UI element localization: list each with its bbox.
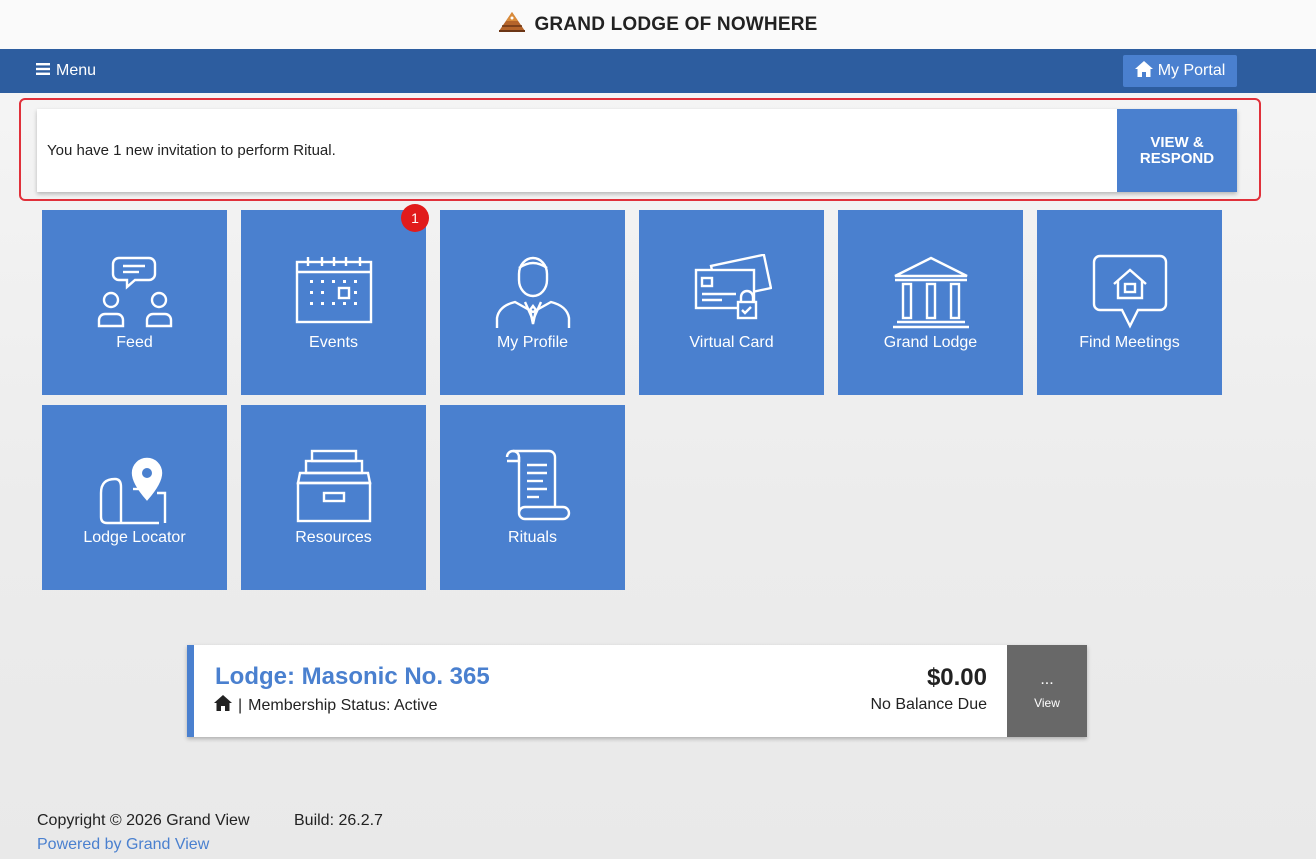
chat-people-icon bbox=[97, 256, 172, 328]
navbar: Menu My Portal bbox=[0, 49, 1316, 93]
view-label: View bbox=[1034, 696, 1060, 710]
footer-build: Build: 26.2.7 bbox=[294, 812, 383, 829]
lodge-status: | Membership Status: Active bbox=[214, 695, 438, 716]
tile-label: Resources bbox=[295, 529, 372, 546]
hamburger-icon bbox=[36, 62, 50, 80]
tile-events[interactable]: Events bbox=[241, 210, 426, 395]
tile-label: My Profile bbox=[496, 334, 569, 351]
membership-status: Membership Status: Active bbox=[248, 696, 438, 714]
status-separator: | bbox=[238, 696, 243, 714]
house-bubble-icon bbox=[1092, 254, 1167, 329]
top-header: GRAND LODGE OF NOWHERE bbox=[0, 0, 1316, 49]
tile-grand-lodge[interactable]: Grand Lodge bbox=[838, 210, 1023, 395]
calendar-icon bbox=[295, 257, 372, 324]
map-pin-icon bbox=[99, 457, 166, 525]
file-drawer-icon bbox=[296, 449, 371, 523]
home-icon bbox=[214, 695, 232, 716]
events-notification-badge: 1 bbox=[401, 204, 429, 232]
tile-label: Events bbox=[309, 334, 358, 351]
tile-label: Feed bbox=[116, 334, 153, 351]
lodge-card: Lodge: Masonic No. 365 | Membership Stat… bbox=[187, 645, 1087, 737]
tile-resources[interactable]: Resources bbox=[241, 405, 426, 590]
balance-amount: $0.00 bbox=[926, 664, 987, 691]
footer-copyright: Copyright © 2026 Grand View bbox=[37, 812, 250, 829]
powered-by-link[interactable]: Powered by Grand View bbox=[37, 836, 209, 854]
my-portal-label: My Portal bbox=[1157, 62, 1226, 79]
tile-label: Rituals bbox=[508, 529, 557, 546]
pyramid-logo-icon bbox=[498, 11, 526, 38]
tile-virtual-card[interactable]: Virtual Card bbox=[639, 210, 824, 395]
tile-label: Lodge Locator bbox=[83, 529, 186, 546]
site-title: GRAND LODGE OF NOWHERE bbox=[534, 13, 818, 35]
view-respond-button[interactable]: VIEW & RESPOND bbox=[1117, 109, 1237, 192]
home-icon bbox=[1134, 60, 1153, 82]
my-portal-button[interactable]: My Portal bbox=[1123, 55, 1237, 87]
tile-rituals[interactable]: Rituals bbox=[440, 405, 625, 590]
view-respond-line1: VIEW & bbox=[1150, 133, 1204, 151]
tile-find-meetings[interactable]: Find Meetings bbox=[1037, 210, 1222, 395]
temple-icon bbox=[892, 256, 969, 329]
alert-message: You have 1 new invitation to perform Rit… bbox=[47, 142, 336, 159]
tile-label: Grand Lodge bbox=[883, 334, 978, 351]
brand[interactable]: GRAND LODGE OF NOWHERE bbox=[498, 11, 817, 38]
tile-my-profile[interactable]: My Profile bbox=[440, 210, 625, 395]
invitation-alert: You have 1 new invitation to perform Rit… bbox=[37, 109, 1237, 192]
scroll-icon bbox=[505, 449, 570, 521]
cards-lock-icon bbox=[694, 254, 772, 320]
lodge-view-button[interactable]: ... View bbox=[1007, 645, 1087, 737]
view-respond-line2: RESPOND bbox=[1139, 149, 1215, 167]
tile-feed[interactable]: Feed bbox=[42, 210, 227, 395]
lodge-name-link[interactable]: Lodge: Masonic No. 365 bbox=[215, 663, 490, 691]
tile-lodge-locator[interactable]: Lodge Locator bbox=[42, 405, 227, 590]
tile-label: Find Meetings bbox=[1079, 334, 1180, 351]
more-dots-icon: ... bbox=[1040, 671, 1054, 688]
menu-label: Menu bbox=[56, 62, 97, 79]
menu-button[interactable]: Menu bbox=[36, 49, 96, 93]
person-suit-icon bbox=[495, 256, 570, 328]
balance-label: No Balance Due bbox=[870, 696, 987, 713]
tile-label: Virtual Card bbox=[689, 334, 774, 351]
